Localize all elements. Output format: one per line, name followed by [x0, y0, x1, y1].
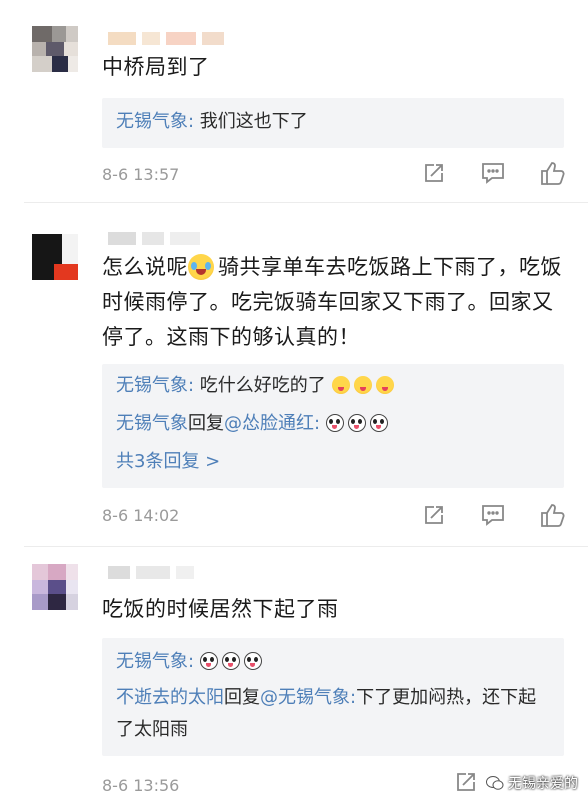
yum-emoji-icon [331, 376, 350, 394]
panda-emoji-icon [347, 414, 366, 432]
mention-link[interactable]: @无锡气象: [260, 687, 356, 708]
reply-line: 不逝去的太阳回复@无锡气象:下了更加闷热，还下起了太阳雨 [116, 687, 537, 740]
yum-emoji-icon [353, 376, 372, 394]
username-blurred[interactable] [108, 232, 200, 245]
comment-actions [422, 160, 566, 186]
comment-1: 中桥局到了 无锡气象: 我们这也下了 8-6 13:57 [0, 0, 588, 200]
reply-author-link[interactable]: 无锡气象 [116, 413, 188, 434]
panda-emoji-icon [325, 414, 344, 432]
comment-actions [422, 502, 566, 528]
share-icon[interactable] [422, 503, 446, 527]
comment-icon[interactable] [480, 161, 506, 185]
watermark: 无锡亲爱的 [486, 773, 578, 793]
avatar[interactable] [32, 234, 78, 280]
comment-time: 8-6 13:57 [102, 165, 180, 184]
reply-text: 我们这也下了 [194, 111, 308, 132]
reply-line: 无锡气象: 吃什么好吃的了 [116, 370, 552, 402]
comment-3: 吃饭的时候居然下起了雨 无锡气象: 不逝去的太阳回复@无锡气象:下了更加闷热，还… [0, 548, 588, 811]
comment-actions [454, 770, 478, 794]
reply-line: 无锡气象: [116, 646, 552, 678]
laugh-cry-emoji-icon [188, 254, 214, 280]
thumbs-up-icon[interactable] [540, 160, 566, 186]
thumbs-up-icon[interactable] [540, 502, 566, 528]
divider [24, 202, 588, 203]
comment-time: 8-6 13:56 [102, 776, 180, 795]
reply-box[interactable]: 无锡气象: 我们这也下了 [102, 98, 564, 148]
comment-2: 怎么说呢 骑共享单车去吃饭路上下雨了，吃饭时候雨停了。吃完饭骑车回家又下雨了。回家… [0, 204, 588, 544]
username-blurred[interactable] [108, 566, 194, 579]
more-replies-link[interactable]: 共3条回复 > [116, 451, 220, 472]
reply-line: 无锡气象回复@怂脸通红: [116, 408, 552, 440]
comment-text: 中桥局到了 [102, 55, 210, 79]
mention-link[interactable]: @怂脸通红: [224, 413, 320, 434]
panda-emoji-icon [369, 414, 388, 432]
comment-time: 8-6 14:02 [102, 506, 180, 525]
avatar[interactable] [32, 26, 78, 72]
reply-author-link[interactable]: 无锡气象: [116, 375, 194, 396]
wechat-icon [486, 776, 504, 790]
watermark-text: 无锡亲爱的 [508, 776, 578, 792]
divider [24, 546, 588, 547]
panda-emoji-icon [221, 652, 240, 670]
reply-author-link[interactable]: 无锡气象: [116, 651, 194, 672]
reply-box[interactable]: 无锡气象: 吃什么好吃的了 无锡气象回复@怂脸通红: 共3条回复 > [102, 364, 564, 488]
username-blurred[interactable] [108, 32, 224, 45]
panda-emoji-icon [243, 652, 262, 670]
yum-emoji-icon [375, 376, 394, 394]
panda-emoji-icon [199, 652, 218, 670]
share-icon[interactable] [422, 161, 446, 185]
reply-author-link[interactable]: 无锡气象: [116, 111, 194, 132]
comment-icon[interactable] [480, 503, 506, 527]
more-replies-row: 共3条回复 > [116, 446, 552, 478]
reply-line: 无锡气象: 我们这也下了 [116, 106, 552, 138]
avatar[interactable] [32, 564, 78, 610]
comment-text: 吃饭的时候居然下起了雨 [102, 597, 339, 621]
reply-author-link[interactable]: 不逝去的太阳 [116, 687, 224, 708]
reply-box[interactable]: 无锡气象: 不逝去的太阳回复@无锡气象:下了更加闷热，还下起了太阳雨 [102, 638, 564, 756]
share-icon[interactable] [454, 770, 478, 794]
comment-text: 怎么说呢 骑共享单车去吃饭路上下雨了，吃饭时候雨停了。吃完饭骑车回家又下雨了。回家… [102, 254, 562, 349]
